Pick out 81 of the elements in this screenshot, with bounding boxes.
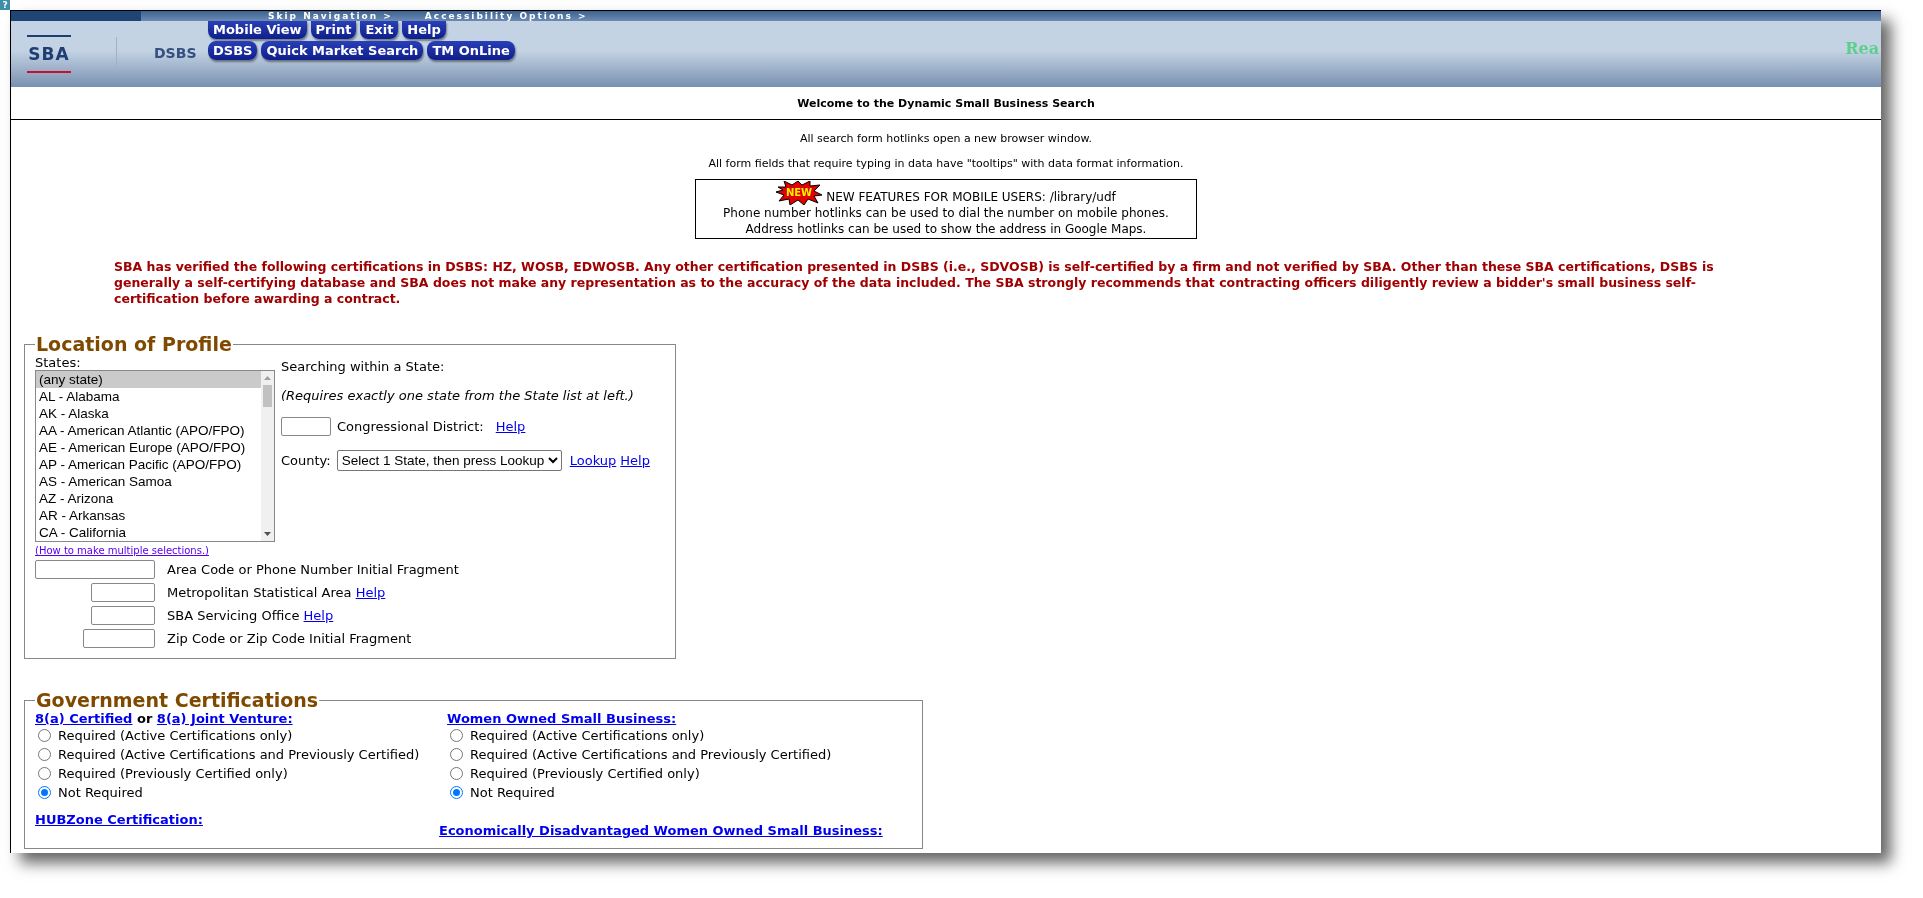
disclaimer-text: SBA has verified the following certifications in DSBS: HZ, WOSB, EDWOSB. Any other certification presented in DSBS (i.e., SDVOSB) is self-certified by a firm and not verified by SBA. Other than these SBA certifications, DSBS is generally a self-certifying database and SBA does not make any representation as to the accuracy of the data included. The SBA strongly recommends that contracting officers diligently review a bidder's small business self-certification before awarding a contract.: [114, 259, 1714, 307]
field-label: County:: [281, 453, 331, 468]
certification-link[interactable]: HUBZone Certification:: [35, 812, 203, 827]
radio-button[interactable]: [450, 729, 463, 742]
info-note: All form fields that require typing in data have "tooltips" with data format information.: [708, 157, 1184, 170]
text-input[interactable]: [91, 583, 155, 602]
feature-line: NEW FEATURES FOR MOBILE USERS: /library/udf: [826, 189, 1116, 205]
nav-button[interactable]: Help: [402, 21, 446, 39]
certification-link[interactable]: Women Owned Small Business:: [447, 711, 677, 726]
state-option[interactable]: AE - American Europe (APO/FPO): [36, 439, 261, 456]
option-label: Required (Active Certifications only): [58, 728, 293, 743]
states-listbox[interactable]: (any state) AL - Alabama AK - Alaska AA - American Atlantic (APO/FPO) AE - American Europe (APO/FPO) AP - American Pacific (APO/FPO) AS - American Samoa AZ - Arizona AR - Arkansas CA - California: [35, 370, 275, 542]
field-label: Searching within a State:: [281, 359, 446, 374]
certification-link[interactable]: Economically Disadvantaged Women Owned Small Business:: [439, 823, 883, 838]
link[interactable]: Lookup: [569, 453, 617, 468]
county-select[interactable]: Select 1 State, then press Lookup: [336, 450, 562, 471]
option-label: Required (Active Certifications only): [470, 728, 705, 743]
state-option[interactable]: AK - Alaska: [36, 405, 261, 422]
section-title: Government Certifications: [35, 689, 320, 711]
nav-button[interactable]: TM OnLine: [427, 41, 515, 60]
option-label: Not Required: [58, 785, 143, 800]
option-label: Required (Active Certifications and Previously Certified): [470, 747, 832, 762]
feature-line: Address hotlinks can be used to show the address in Google Maps.: [745, 222, 1147, 236]
radio-button[interactable]: [38, 748, 51, 761]
info-note: All search form hotlinks open a new browser window.: [799, 132, 1093, 145]
help-link[interactable]: Help: [303, 608, 334, 623]
page-title: Welcome to the Dynamic Small Business Search: [797, 96, 1095, 110]
radio-button[interactable]: [450, 786, 463, 799]
nav-button[interactable]: Quick Market Search: [261, 41, 424, 60]
new-burst-icon: NEW: [776, 181, 823, 205]
field-label: Zip Code or Zip Code Initial Fragment: [167, 631, 413, 646]
field-label: SBA Servicing Office Help: [167, 608, 335, 623]
nav-button[interactable]: Exit: [360, 21, 399, 39]
help-link[interactable]: (How to make multiple selections.): [35, 545, 209, 556]
radio-button[interactable]: [38, 729, 51, 742]
header-text: Rea: [1845, 39, 1879, 58]
radio-button[interactable]: [38, 767, 51, 780]
option-label: Not Required: [470, 785, 555, 800]
help-icon[interactable]: ?: [0, 0, 10, 10]
state-option[interactable]: AR - Arkansas: [36, 507, 261, 524]
state-option[interactable]: AL - Alabama: [36, 388, 261, 405]
radio-button[interactable]: [450, 748, 463, 761]
skip-link[interactable]: Accessibility Options >: [424, 11, 588, 21]
nav-button[interactable]: Mobile View: [208, 21, 307, 39]
scrollbar[interactable]: [261, 371, 274, 541]
option-label: Required (Previously Certified only): [58, 766, 288, 781]
radio-button[interactable]: [450, 767, 463, 780]
nav-button[interactable]: Print: [310, 21, 357, 39]
radio-button[interactable]: [38, 786, 51, 799]
field-label: Metropolitan Statistical Area Help: [167, 585, 387, 600]
help-link[interactable]: Help: [495, 419, 526, 434]
connector-text: or: [136, 711, 153, 726]
district-input[interactable]: [281, 417, 331, 436]
nav-button[interactable]: DSBS: [208, 41, 258, 60]
logo: SBA: [27, 35, 71, 73]
certification-link[interactable]: 8(a) Joint Venture:: [156, 711, 293, 726]
scroll-down-icon[interactable]: [263, 529, 272, 538]
certification-link[interactable]: 8(a) Certified: [35, 711, 133, 726]
scroll-up-icon[interactable]: [263, 374, 272, 383]
skip-link[interactable]: Skip Navigation >: [268, 11, 393, 21]
link[interactable]: Help: [620, 453, 650, 468]
state-option[interactable]: (any state): [36, 371, 261, 388]
feature-line: Phone number hotlinks can be used to dial the number on mobile phones.: [723, 206, 1169, 220]
field-label: Area Code or Phone Number Initial Fragment: [167, 562, 460, 577]
option-label: Required (Previously Certified only): [470, 766, 700, 781]
text-input[interactable]: [83, 629, 155, 648]
field-label: States:: [35, 355, 82, 370]
section-title: Location of Profile: [35, 333, 233, 355]
app-name: DSBS: [154, 45, 198, 61]
state-option[interactable]: AP - American Pacific (APO/FPO): [36, 456, 261, 473]
field-label: Congressional District:: [337, 419, 484, 434]
option-label: Required (Active Certifications and Previously Certified): [58, 747, 420, 762]
text-input[interactable]: [35, 560, 155, 579]
help-link[interactable]: Help: [355, 585, 386, 600]
state-option[interactable]: AZ - Arizona: [36, 490, 261, 507]
text-input[interactable]: [91, 606, 155, 625]
scrollbar-thumb[interactable]: [263, 385, 272, 407]
hint-text: (Requires exactly one state from the State list at left.): [281, 388, 635, 403]
state-option[interactable]: AS - American Samoa: [36, 473, 261, 490]
state-option[interactable]: AA - American Atlantic (APO/FPO): [36, 422, 261, 439]
state-option[interactable]: CA - California: [36, 524, 261, 541]
